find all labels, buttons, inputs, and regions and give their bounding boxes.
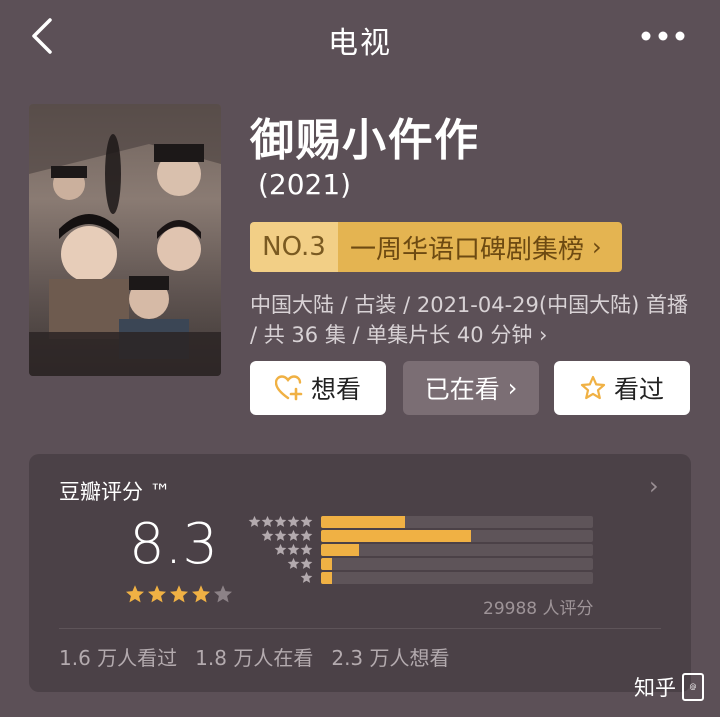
star-outline-icon (580, 375, 606, 400)
seen-count[interactable]: 1.6 万人看过 (59, 642, 177, 671)
watched-label: 看过 (613, 375, 664, 404)
small-star-icon (287, 557, 300, 569)
watching-count[interactable]: 1.8 万人在看 (195, 642, 313, 671)
bar-fill-3-star (321, 544, 360, 556)
bar-track (321, 558, 593, 570)
chevron-right-icon: › (539, 323, 548, 347)
want-to-watch-button[interactable]: 想看 (250, 361, 386, 415)
heart-plus-icon (274, 375, 303, 401)
drama-meta-info[interactable]: 中国大陆 / 古装 / 2021-04-29(中国大陆) 首播 / 共 36 集… (250, 290, 690, 350)
rating-bar-row-3-star (245, 543, 595, 557)
watching-label: 已在看 (424, 375, 500, 404)
star-filled-icon (170, 585, 188, 603)
chevron-right-icon: › (592, 233, 602, 261)
bar-fill-4-star (321, 530, 471, 542)
rank-number: NO.3 (250, 222, 338, 272)
rating-bar-row-2-star (245, 557, 595, 571)
bar-track (321, 516, 593, 528)
small-star-icon (300, 557, 313, 569)
rating-card-title: 豆瓣评分 ™ (59, 480, 171, 504)
zhihu-watermark: 知乎 @ (634, 672, 704, 702)
small-star-icon (274, 529, 287, 541)
watching-button[interactable]: 已在看 › (403, 361, 539, 415)
bar-fill-1-star (321, 572, 332, 584)
rank-list-name: 一周华语口碑剧集榜 › (338, 222, 622, 272)
divider (59, 628, 661, 629)
star-filled-icon (126, 585, 144, 603)
small-star-icon (274, 515, 287, 527)
small-star-icon (274, 543, 287, 555)
small-star-icon (300, 543, 313, 555)
rating-count: 29988 人评分 (483, 599, 594, 619)
rating-score: 8.3 (129, 512, 219, 577)
bar-track (321, 544, 593, 556)
small-star-icon (261, 515, 274, 527)
bar-track (321, 530, 593, 542)
star-filled-icon (148, 585, 166, 603)
small-star-icon (300, 529, 313, 541)
small-star-icon (300, 515, 313, 527)
small-star-icon (287, 543, 300, 555)
want-to-watch-label: 想看 (310, 375, 361, 404)
bar-star-label (245, 557, 313, 571)
audience-counts: 1.6 万人看过 1.8 万人在看 2.3 万人想看 (59, 642, 450, 671)
small-star-icon (287, 529, 300, 541)
top-bar: 电视 (0, 0, 720, 72)
bar-star-label (245, 529, 313, 543)
rating-stars (125, 584, 233, 604)
drama-year: (2021) (258, 168, 352, 201)
small-star-icon (261, 529, 274, 541)
watermark-badge: @ (682, 673, 704, 701)
rating-bar-row-5-star (245, 515, 595, 529)
drama-title: 御赐小仵作 (250, 115, 480, 166)
bar-star-label (245, 571, 313, 585)
poster-image[interactable] (29, 104, 221, 376)
wanting-count[interactable]: 2.3 万人想看 (331, 642, 449, 671)
douban-rating-card[interactable]: 豆瓣评分 ™ › 8.3 29988 人评分 1.6 万人看过 1.8 万人在看… (29, 454, 691, 692)
small-star-icon (248, 515, 261, 527)
watched-button[interactable]: 看过 (554, 361, 690, 415)
small-star-icon (300, 571, 313, 583)
rating-bar-row-4-star (245, 529, 595, 543)
bar-star-label (245, 543, 313, 557)
bar-star-label (245, 515, 313, 529)
bar-fill-2-star (321, 558, 332, 570)
watermark-text: 知乎 (634, 676, 676, 700)
ranking-badge[interactable]: NO.3 一周华语口碑剧集榜 › (250, 222, 622, 272)
rank-list-label: 一周华语口碑剧集榜 (350, 234, 585, 265)
rating-bar-row-1-star (245, 571, 595, 585)
chevron-right-icon: › (507, 374, 518, 402)
meta-text: 中国大陆 / 古装 / 2021-04-29(中国大陆) 首播 / 共 36 集… (250, 293, 688, 347)
chevron-right-icon[interactable]: › (649, 472, 659, 500)
page-title: 电视 (328, 26, 392, 61)
more-dots-icon[interactable] (640, 30, 686, 42)
star-filled-icon (192, 585, 210, 603)
bar-fill-5-star (321, 516, 406, 528)
small-star-icon (287, 515, 300, 527)
bar-track (321, 572, 593, 584)
star-empty-icon (214, 585, 232, 603)
